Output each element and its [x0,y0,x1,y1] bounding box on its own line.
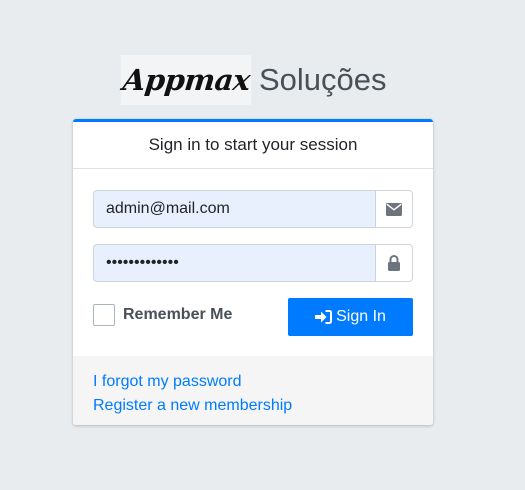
email-input-group [93,190,413,228]
brand-header: Appmax Soluções [121,55,387,105]
sign-in-label: Sign In [336,308,386,325]
brand-logo-text: Appmax [120,63,252,97]
forgot-password-link[interactable]: I forgot my password [93,370,413,394]
password-input[interactable] [93,244,375,282]
brand-logo: Appmax [121,55,251,105]
remember-me: Remember Me [93,304,232,326]
envelope-icon [386,202,402,216]
login-card-footer: I forgot my password Register a new memb… [73,356,433,425]
brand-subtitle: Soluções [259,62,387,97]
password-input-group [93,244,413,282]
register-link[interactable]: Register a new membership [93,394,413,418]
email-input[interactable] [93,190,375,228]
lock-icon [388,255,400,271]
remember-me-label[interactable]: Remember Me [123,306,232,324]
remember-me-checkbox[interactable] [93,304,115,326]
login-card: Sign in to start your session Remember M… [73,119,433,425]
login-card-header: Sign in to start your session [73,122,433,169]
email-addon [375,190,413,228]
sign-in-icon [315,310,333,324]
sign-in-button[interactable]: Sign In [288,298,413,336]
password-addon [375,244,413,282]
